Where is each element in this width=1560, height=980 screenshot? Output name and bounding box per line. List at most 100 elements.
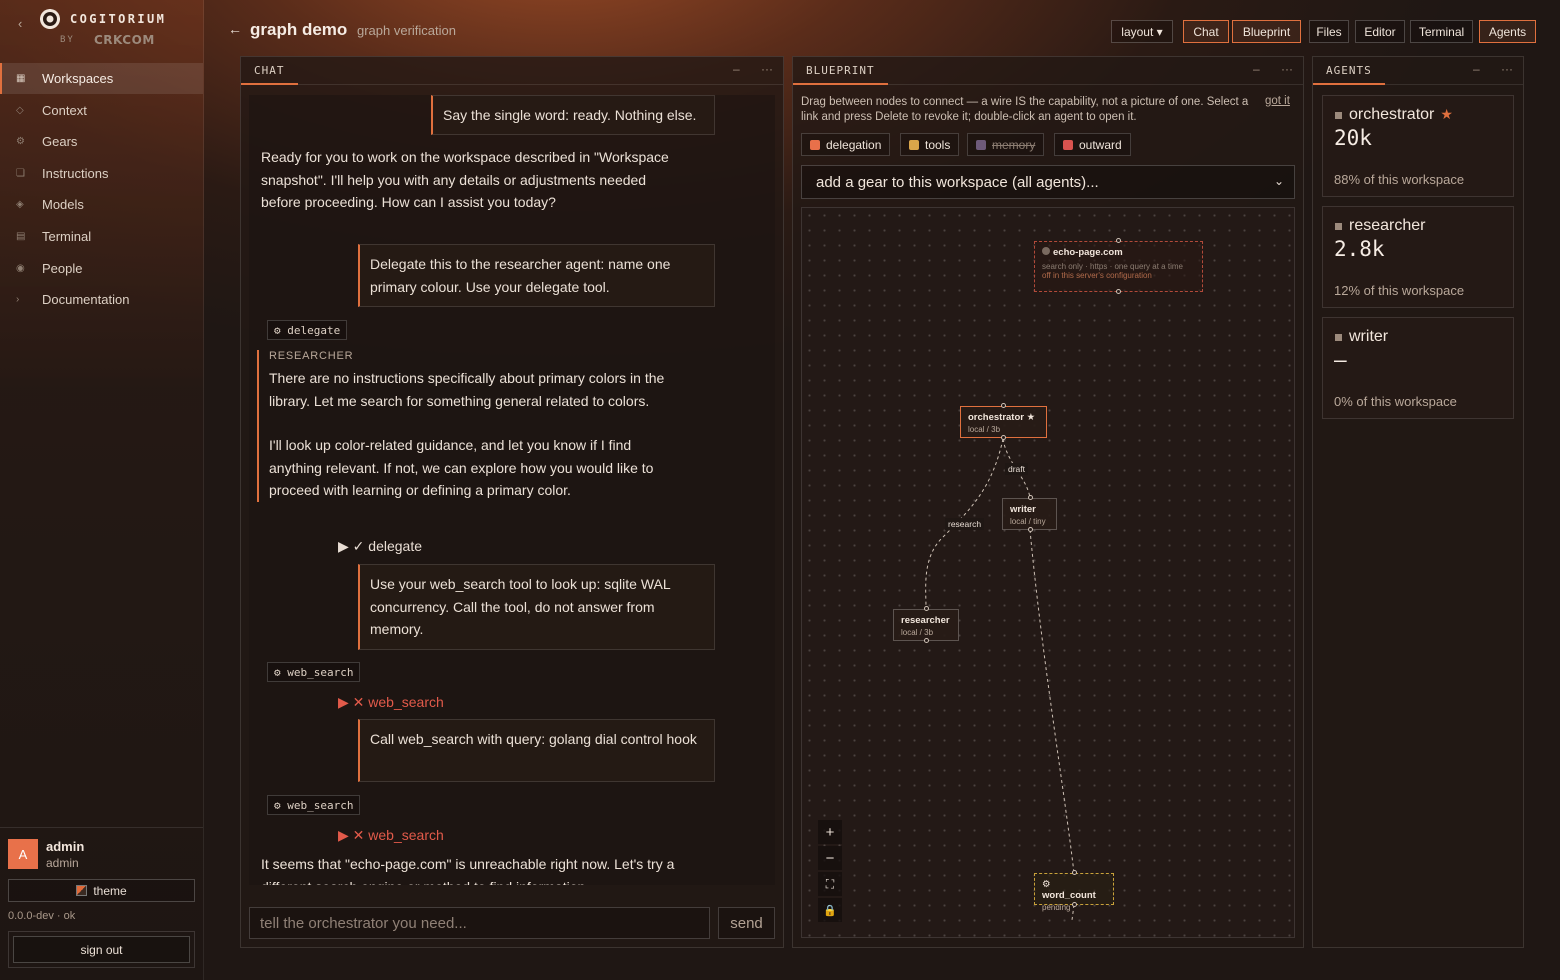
node-sub: local / 3b (968, 425, 1001, 434)
edge-label-draft[interactable]: draft (1005, 463, 1029, 475)
page-subtitle: graph verification (357, 23, 456, 38)
theme-button[interactable]: theme (8, 879, 195, 902)
port[interactable] (1028, 495, 1033, 500)
tool-result-error[interactable]: ▶ ✕ web_search (338, 827, 444, 844)
lock-button[interactable]: 🔒 (818, 898, 842, 922)
port[interactable] (924, 638, 929, 643)
node-researcher[interactable]: researcher local / 3b (893, 609, 959, 641)
more-icon[interactable]: ··· (1501, 62, 1513, 76)
grid-icon: ▦ (16, 73, 26, 84)
legend-tools[interactable]: tools (900, 133, 960, 156)
user-box: A admin admin theme 0.0.0-dev · ok sign … (0, 827, 203, 968)
legend-memory[interactable]: memory (967, 133, 1045, 156)
edge-writer-wordcount (1029, 529, 1075, 874)
port[interactable] (1116, 238, 1121, 243)
back-arrow-icon[interactable]: ← (228, 21, 242, 37)
legend-delegation[interactable]: delegation (801, 133, 891, 156)
zoom-in-button[interactable]: + (818, 820, 842, 844)
sidebar-item-label: Context (42, 102, 87, 118)
user-name: admin (46, 839, 85, 854)
node-orchestrator[interactable]: orchestrator ★ local / 3b (960, 406, 1047, 438)
view-toggle-blueprint[interactable]: Blueprint (1232, 20, 1301, 43)
tool-call-chip[interactable]: ⚙ web_search (267, 795, 361, 815)
view-toggle-agents[interactable]: Agents (1479, 20, 1536, 43)
agent-status-icon (1335, 334, 1342, 341)
star-icon: ★ (1440, 106, 1453, 122)
gear-icon: ⚙ (16, 136, 25, 148)
add-gear-select[interactable]: add a gear to this workspace (all agents… (801, 165, 1295, 199)
tool-call-chip[interactable]: ⚙ web_search (267, 662, 361, 682)
blueprint-canvas[interactable]: echo-page.com search only · https · one … (801, 207, 1295, 938)
sidebar-item-terminal[interactable]: ▤ Terminal (0, 221, 203, 252)
node-echo-status: off in this server's configuration (1042, 271, 1152, 280)
zoom-out-button[interactable]: − (818, 846, 842, 870)
got-it-link[interactable]: got it (1265, 95, 1290, 107)
chat-input[interactable]: tell the orchestrator you need... (249, 907, 710, 939)
chevron-right-icon: › (16, 294, 20, 306)
signout-frame: sign out (8, 931, 195, 968)
collapse-sidebar-icon[interactable]: ‹ (18, 16, 22, 31)
port[interactable] (1001, 403, 1006, 408)
sidebar-nav: ▦ Workspaces ◇ Context ⚙ Gears ❏ Instruc… (0, 63, 203, 316)
send-button[interactable]: send (718, 907, 775, 939)
sidebar-item-gears[interactable]: ⚙ Gears (0, 126, 203, 157)
node-title: writer (1010, 504, 1036, 515)
brand-by: BY (60, 35, 75, 45)
tab-agents[interactable]: AGENTS (1313, 57, 1385, 85)
assistant-message: It seems that "echo-page.com" is unreach… (261, 856, 675, 885)
tab-chat[interactable]: CHAT (241, 57, 298, 85)
diamond-icon: ◇ (16, 104, 24, 116)
legend-outward[interactable]: outward (1054, 133, 1131, 156)
agent-card-orchestrator[interactable]: orchestrator ★ 20k 88% of this workspace (1322, 95, 1514, 197)
node-word-count[interactable]: ⚙ word_count pending (1034, 873, 1114, 912)
minimize-icon[interactable]: – (1473, 62, 1480, 76)
agent-card-writer[interactable]: writer — 0% of this workspace (1322, 317, 1514, 419)
node-title: ⚙ word_count (1042, 879, 1096, 901)
layout-dropdown[interactable]: layout ▾ (1111, 20, 1173, 43)
node-echo-desc: search only · https · one query at a tim… (1042, 262, 1183, 271)
node-echo-page[interactable]: echo-page.com search only · https · one … (1034, 241, 1203, 292)
tab-blueprint[interactable]: BLUEPRINT (793, 57, 888, 85)
view-toggle-editor[interactable]: Editor (1355, 20, 1405, 43)
sidebar-item-people[interactable]: ◉ People (0, 253, 203, 284)
agents-panel: AGENTS – ··· orchestrator ★ 20k 88% of th… (1312, 56, 1524, 948)
agent-name: writer (1349, 328, 1389, 345)
view-toggle-terminal[interactable]: Terminal (1410, 20, 1473, 43)
version-status: 0.0.0-dev · ok (8, 910, 76, 922)
edge-label-research[interactable]: research (945, 518, 985, 530)
agent-card-researcher[interactable]: researcher 2.8k 12% of this workspace (1322, 206, 1514, 308)
view-toggle-files[interactable]: Files (1309, 20, 1349, 43)
sign-out-button[interactable]: sign out (13, 936, 190, 963)
more-icon[interactable]: ··· (1281, 62, 1293, 76)
tool-result-error[interactable]: ▶ ✕ web_search (338, 694, 444, 711)
theme-swatch-icon (76, 885, 88, 896)
more-icon[interactable]: ··· (761, 62, 773, 76)
sidebar-item-models[interactable]: ◈ Models (0, 189, 203, 220)
chat-messages[interactable]: Say the single word: ready. Nothing else… (249, 95, 775, 885)
fit-view-button[interactable]: ⛶ (818, 872, 842, 896)
view-toggle-chat[interactable]: Chat (1183, 20, 1229, 43)
port[interactable] (924, 606, 929, 611)
sidebar-item-workspaces[interactable]: ▦ Workspaces (0, 63, 203, 94)
port[interactable] (1116, 289, 1121, 294)
agent-status-icon (1335, 112, 1342, 119)
tool-result-delegate[interactable]: ▶ ✓ delegate (338, 538, 422, 555)
port[interactable] (1028, 527, 1033, 532)
port[interactable] (1072, 902, 1077, 907)
minimize-icon[interactable]: – (1253, 62, 1260, 76)
sidebar-item-instructions[interactable]: ❏ Instructions (0, 158, 203, 189)
sidebar-item-label: Gears (42, 134, 78, 150)
minimize-icon[interactable]: – (733, 62, 740, 76)
port[interactable] (1001, 435, 1006, 440)
sidebar-item-label: Instructions (42, 165, 109, 181)
edges-layer (925, 438, 1075, 921)
port[interactable] (1072, 870, 1077, 875)
outward-swatch-icon (1063, 139, 1073, 150)
sidebar-item-documentation[interactable]: › Documentation (0, 284, 203, 315)
chat-panel: CHAT – ··· Say the single word: ready. N… (240, 56, 784, 948)
user-role: admin (46, 856, 79, 870)
tool-call-chip[interactable]: ⚙ delegate (267, 320, 348, 340)
avatar[interactable]: A (8, 839, 38, 869)
sidebar-item-context[interactable]: ◇ Context (0, 95, 203, 126)
node-writer[interactable]: writer local / tiny (1002, 498, 1057, 530)
